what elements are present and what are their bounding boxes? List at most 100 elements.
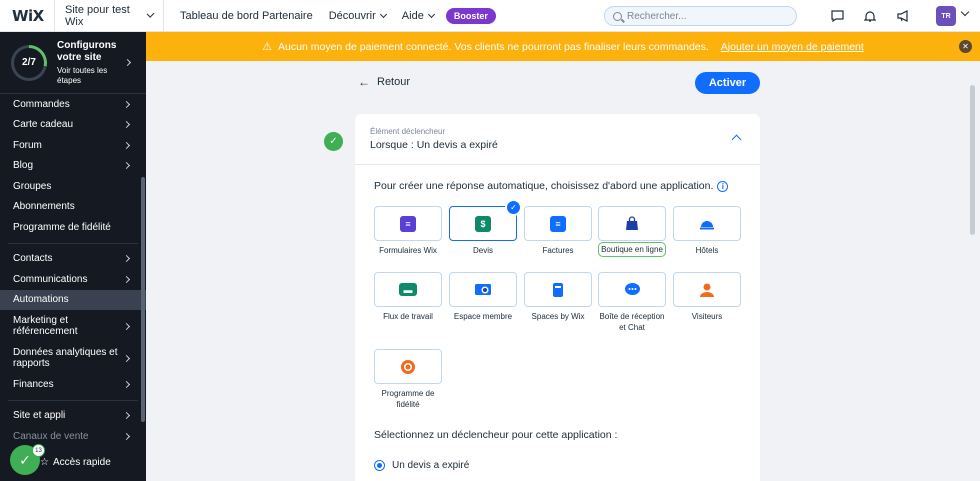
partner-dashboard-label: Tableau de bord Partenaire [180, 9, 313, 22]
app-tile-factures[interactable]: ≡ Factures [524, 206, 592, 256]
app-tile-box[interactable] [598, 272, 666, 307]
add-payment-link[interactable]: Ajouter un moyen de paiement [721, 41, 864, 53]
sidebar-item-contacts[interactable]: Contacts [0, 249, 146, 270]
app-tile-box[interactable] [374, 349, 442, 384]
sidebar-item-abonnements[interactable]: Abonnements [0, 197, 146, 218]
trigger-card-header[interactable]: Élément déclencheur Lorsque : Un devis a… [355, 114, 760, 165]
booster-button[interactable]: Booster [445, 7, 496, 24]
app-tile-formulaires[interactable]: ≡ Formulaires Wix [374, 206, 442, 256]
activate-button[interactable]: Activer [695, 72, 760, 94]
star-icon: ☆ [40, 456, 49, 468]
chevron-down-icon[interactable] [960, 7, 970, 17]
app-tile-label: Programme de [381, 389, 435, 398]
sidebar-item-label: Abonnements [13, 201, 75, 213]
app-tile-inbox[interactable]: Boîte de réception et Chat [598, 272, 666, 333]
sidebar-item-commandes[interactable]: Commandes [0, 94, 146, 115]
avatar[interactable]: TR [936, 6, 956, 26]
setup-sub-line2: étapes [57, 75, 82, 85]
divider [8, 242, 138, 244]
sidebar-scrollbar[interactable] [141, 177, 145, 422]
info-icon[interactable]: i [717, 180, 729, 192]
site-selector[interactable]: Site pour test Wix [54, 0, 164, 32]
progress-ring: 2/7 [11, 44, 47, 81]
search-placeholder: Rechercher... [627, 10, 687, 22]
chevron-right-icon [123, 58, 132, 67]
trigger-option-label: Un devis a expiré [392, 460, 470, 471]
invoice-icon: ≡ [550, 215, 566, 232]
payment-warning-banner: ⚠ Aucun moyen de paiement connecté. Vos … [146, 32, 980, 61]
sidebar-item-site-appli[interactable]: Site et appli [0, 406, 146, 427]
app-tile-box[interactable]: ▬ [374, 272, 442, 307]
setup-progress-card[interactable]: 2/7 Configurons votre site Voir toutes l… [0, 32, 146, 94]
app-tile-label: fidélité [396, 400, 420, 409]
loyalty-icon [401, 359, 415, 374]
app-tile-box[interactable]: ≡ [524, 206, 592, 241]
app-tile-visiteurs[interactable]: Visiteurs [673, 272, 741, 322]
chevron-right-icon [122, 141, 131, 149]
app-tile-box[interactable] [449, 272, 517, 307]
sidebar-item-label: Données analytiques et [13, 347, 118, 358]
chevron-down-icon [379, 10, 387, 18]
app-tile-box[interactable] [673, 206, 741, 241]
sidebar-item-forum[interactable]: Forum [0, 135, 146, 156]
sidebar-item-label: Groupes [13, 180, 52, 192]
app-tile-box[interactable]: ≡ [374, 206, 442, 241]
sidebar-item-automations[interactable]: Automations [0, 289, 146, 310]
sidebar-item-communications[interactable]: Communications [0, 269, 146, 290]
trigger-prompt: Sélectionnez un déclencheur pour cette a… [374, 429, 618, 441]
partner-dashboard-link[interactable]: Tableau de bord Partenaire [172, 10, 321, 22]
top-bar: WiX Site pour test Wix Tableau de bord P… [0, 0, 980, 32]
help-label: Aide [401, 9, 424, 22]
setup-title-line2: votre site [57, 51, 102, 63]
sidebar: 2/7 Configurons votre site Voir toutes l… [0, 32, 146, 481]
help-menu[interactable]: Aide [394, 10, 442, 22]
chat-icon[interactable] [829, 8, 845, 24]
sidebar-item-blog[interactable]: Blog [0, 156, 146, 177]
sidebar-item-analytics[interactable]: Données analytiques et rapports [0, 342, 146, 374]
trigger-option[interactable]: Un devis a expiré [374, 460, 469, 471]
radio-selected[interactable] [374, 460, 385, 471]
close-icon[interactable]: ✕ [959, 40, 972, 53]
sidebar-item-label: Carte cadeau [13, 119, 74, 131]
sidebar-item-finances[interactable]: Finances [0, 374, 146, 395]
main-scrollbar[interactable] [970, 85, 975, 235]
discover-menu[interactable]: Découvrir [321, 10, 394, 22]
app-tile-espace-membre[interactable]: Espace membre [449, 272, 517, 322]
wix-logo[interactable]: WiX [0, 7, 54, 25]
sidebar-item-programme-fidelite[interactable]: Programme de fidélité [0, 217, 146, 238]
sidebar-item-marketing[interactable]: Marketing et référencement [0, 310, 146, 342]
app-tile-devis[interactable]: $ ✓ Devis [449, 199, 522, 256]
shopping-bag-icon [626, 216, 638, 230]
sidebar-item-label: rapports [13, 358, 50, 369]
app-prompt-text: Pour créer une réponse automatique, choi… [374, 180, 714, 192]
megaphone-icon[interactable] [895, 8, 911, 24]
app-prompt: Pour créer une réponse automatique, choi… [374, 180, 729, 192]
app-tile-box[interactable] [598, 206, 666, 241]
app-tile-programme-fidelite[interactable]: Programme de fidélité [374, 349, 442, 410]
sidebar-item-carte-cadeau[interactable]: Carte cadeau [0, 115, 146, 136]
sidebar-item-label: Programme de fidélité [13, 221, 111, 233]
search-input[interactable]: Rechercher... [604, 6, 797, 26]
notifications-bell-icon[interactable] [862, 8, 878, 24]
sidebar-item-groupes[interactable]: Groupes [0, 176, 146, 197]
chevron-right-icon [122, 354, 131, 362]
checkmark-icon: ✓ [19, 451, 31, 468]
app-tile-label: Spaces by Wix [531, 312, 585, 321]
app-tile-hotels[interactable]: Hôtels [673, 206, 741, 256]
site-name: Site pour test Wix [65, 3, 130, 28]
app-tile-flux[interactable]: ▬ Flux de travail [374, 272, 442, 322]
app-tile-boutique[interactable]: Boutique en ligne [598, 206, 666, 257]
app-tile-label: Boîte de réception [599, 312, 665, 321]
app-tile-spaces[interactable]: Spaces by Wix [524, 272, 592, 322]
back-button[interactable]: ← Retour [358, 75, 410, 89]
app-tile-label: Hôtels [695, 246, 719, 255]
app-tile-box[interactable]: $ ✓ [449, 199, 522, 241]
chevron-right-icon [122, 275, 131, 283]
chevron-right-icon [122, 162, 131, 170]
app-tile-box[interactable] [524, 272, 592, 307]
sidebar-item-label: Automations [13, 294, 69, 306]
app-tile-box[interactable] [673, 272, 741, 307]
trigger-value: Lorsque : Un devis a expiré [370, 139, 498, 151]
progress-text: 2/7 [14, 47, 44, 78]
member-icon [475, 283, 491, 295]
